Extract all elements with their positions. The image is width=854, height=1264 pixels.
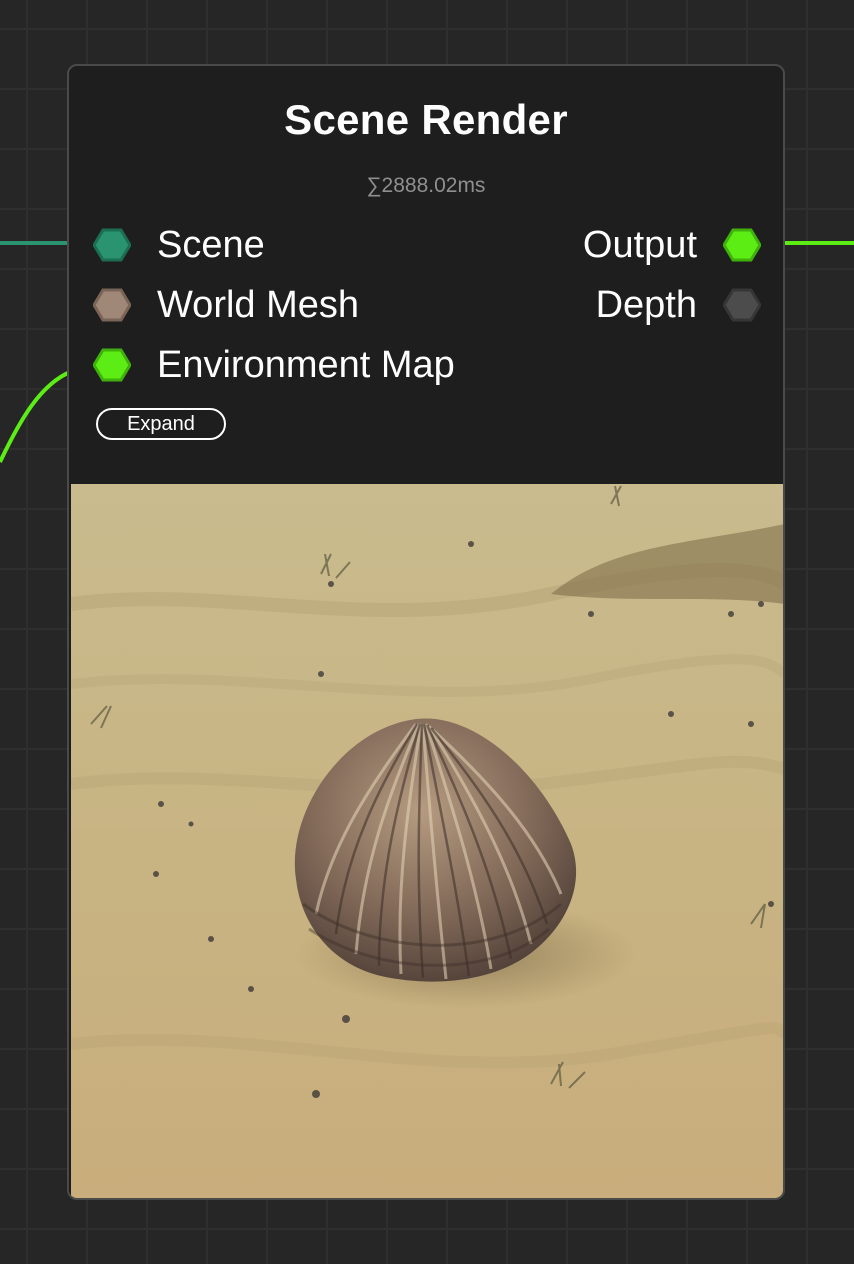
node-title: Scene Render <box>284 96 568 143</box>
output-depth-label: Depth <box>595 283 697 326</box>
node-timing: ∑2888.02ms <box>366 174 486 197</box>
input-world-mesh: World Mesh <box>93 280 359 330</box>
output-output: Output <box>583 220 761 270</box>
environment-map-input-wire[interactable] <box>0 370 71 463</box>
world-mesh-socket-icon[interactable] <box>93 288 131 322</box>
input-environment-map: Environment Map <box>93 340 455 390</box>
input-scene: Scene <box>93 220 265 270</box>
scene-render-node[interactable]: Scene Render ∑2888.02ms Scene World Mesh… <box>67 64 785 1200</box>
output-depth: Depth <box>596 280 761 330</box>
seashell-on-sand-image <box>71 484 783 1198</box>
input-scene-label: Scene <box>157 223 265 266</box>
output-output-label: Output <box>582 223 697 266</box>
input-environment-map-label: Environment Map <box>157 343 455 386</box>
render-preview-image <box>71 484 783 1198</box>
scene-socket-icon[interactable] <box>93 228 131 262</box>
depth-socket-icon[interactable] <box>723 288 761 322</box>
output-socket-icon[interactable] <box>723 228 761 262</box>
environment-map-socket-icon[interactable] <box>93 348 131 382</box>
expand-button[interactable]: Expand <box>96 408 226 440</box>
input-world-mesh-label: World Mesh <box>157 283 360 326</box>
